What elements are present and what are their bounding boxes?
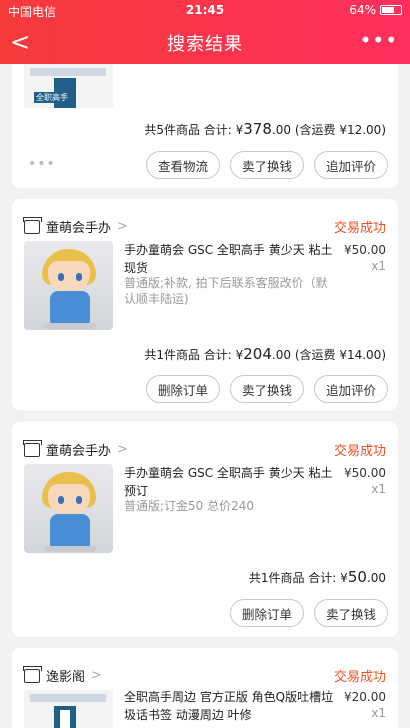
shop-name: 逸影阁 xyxy=(46,670,86,685)
product-title[interactable]: 手办童萌会 GSC 全职高手 黄少天 粘土 现货 xyxy=(124,241,334,277)
add-review-button[interactable]: 追加评价 xyxy=(314,151,388,179)
shipping-fee: (含运费 ¥12.00) xyxy=(294,123,386,137)
chevron-right-icon: > xyxy=(117,219,128,234)
item-price: ¥50.00 xyxy=(344,243,386,257)
thumb-decoration xyxy=(30,694,106,702)
shop-icon xyxy=(23,665,42,683)
order-card: 全职高手 共5件商品 合计: ¥378.00 (含运费 ¥12.00) ••• … xyxy=(12,64,398,188)
figure-eye xyxy=(76,273,82,281)
order-card: 童萌会手办 > 交易成功 手办童萌会 GSC 全职高手 黄少天 粘土 现货 普通… xyxy=(12,199,398,410)
summary-decimals: .00 xyxy=(271,123,291,137)
battery-percent: 64% xyxy=(349,3,376,17)
order-summary: 共5件商品 合计: ¥378.00 (含运费 ¥12.00) xyxy=(144,120,386,138)
shop-icon xyxy=(23,439,42,457)
shop-icon xyxy=(23,216,42,234)
item-quantity: x1 xyxy=(371,706,386,720)
figure-body xyxy=(50,291,90,325)
battery-icon xyxy=(380,5,402,15)
figure-base xyxy=(44,546,96,552)
view-logistics-button[interactable]: 查看物流 xyxy=(146,151,220,179)
battery-status: 64% xyxy=(349,3,402,17)
page-title: 搜索结果 xyxy=(167,34,243,55)
header-bar: 中国电信 21:45 64% < 搜索结果 ••• xyxy=(0,0,410,64)
add-review-button[interactable]: 追加评价 xyxy=(314,375,388,403)
figure-face xyxy=(48,484,90,514)
order-status: 交易成功 xyxy=(333,670,386,685)
delete-order-button[interactable]: 删除订单 xyxy=(146,375,220,403)
figure-eye xyxy=(58,496,64,504)
product-thumbnail[interactable] xyxy=(24,464,113,553)
status-bar: 中国电信 21:45 64% xyxy=(0,2,410,20)
product-thumbnail[interactable]: 全职高手 xyxy=(24,64,113,108)
summary-amount: 378 xyxy=(243,120,272,138)
figure-body xyxy=(50,514,90,548)
more-menu-button[interactable]: ••• xyxy=(360,28,398,52)
product-title[interactable]: 全职高手周边 官方正版 角色Q版吐槽垃圾话书签 动漫周边 叶修 xyxy=(124,688,334,724)
chevron-right-icon: > xyxy=(117,442,128,457)
thumb-decoration xyxy=(60,710,70,728)
more-actions-button[interactable]: ••• xyxy=(28,156,56,172)
order-card: 逸影阁 > 交易成功 全职高手周边 官方正版 角色Q版吐槽垃圾话书签 动漫周边 … xyxy=(12,648,398,728)
figure-eye xyxy=(76,496,82,504)
summary-amount: 204 xyxy=(243,345,272,363)
product-thumbnail[interactable] xyxy=(24,690,113,728)
item-quantity: x1 xyxy=(371,259,386,273)
product-title[interactable]: 手办童萌会 GSC 全职高手 黄少天 粘土 预订 xyxy=(124,464,334,500)
item-quantity: x1 xyxy=(371,482,386,496)
order-status: 交易成功 xyxy=(333,444,386,459)
summary-label: 共1件商品 合计: ¥ xyxy=(144,348,244,362)
resell-button[interactable]: 卖了换钱 xyxy=(230,375,304,403)
summary-label: 共5件商品 合计: ¥ xyxy=(144,123,244,137)
item-price: ¥50.00 xyxy=(344,466,386,480)
thumb-decoration xyxy=(30,68,106,76)
shop-link[interactable]: 逸影阁 > xyxy=(23,665,102,685)
delete-order-button[interactable]: 删除订单 xyxy=(230,599,304,627)
chevron-right-icon: > xyxy=(91,668,102,683)
resell-button[interactable]: 卖了换钱 xyxy=(230,151,304,179)
order-status: 交易成功 xyxy=(333,221,386,236)
nav-bar: < 搜索结果 ••• xyxy=(0,22,410,62)
order-card: 童萌会手办 > 交易成功 手办童萌会 GSC 全职高手 黄少天 粘土 预订 普通… xyxy=(12,422,398,637)
figure-base xyxy=(44,323,96,329)
thumb-label: 全职高手 xyxy=(34,92,70,103)
shop-link[interactable]: 童萌会手办 > xyxy=(23,439,128,459)
item-price: ¥20.00 xyxy=(344,690,386,704)
resell-button[interactable]: 卖了换钱 xyxy=(314,599,388,627)
figure-eye xyxy=(58,273,64,281)
shop-name: 童萌会手办 xyxy=(46,444,112,459)
summary-amount: 50 xyxy=(347,568,367,586)
product-thumbnail[interactable] xyxy=(24,241,113,330)
product-spec: 普通版;订金50 总价240 xyxy=(124,499,255,513)
product-spec: 普通版;补款, 拍下后联系客服改价（默认顺丰陆运) xyxy=(124,276,328,306)
order-summary: 共1件商品 合计: ¥204.00 (含运费 ¥14.00) xyxy=(144,345,386,363)
shop-link[interactable]: 童萌会手办 > xyxy=(23,216,128,236)
order-summary: 共1件商品 合计: ¥50.00 xyxy=(249,568,386,586)
figure-face xyxy=(48,261,90,291)
shop-name: 童萌会手办 xyxy=(46,221,112,236)
summary-decimals: .00 xyxy=(271,348,291,362)
shipping-fee: (含运费 ¥14.00) xyxy=(294,348,386,362)
summary-decimals: .00 xyxy=(366,571,386,585)
summary-label: 共1件商品 合计: ¥ xyxy=(248,571,348,585)
